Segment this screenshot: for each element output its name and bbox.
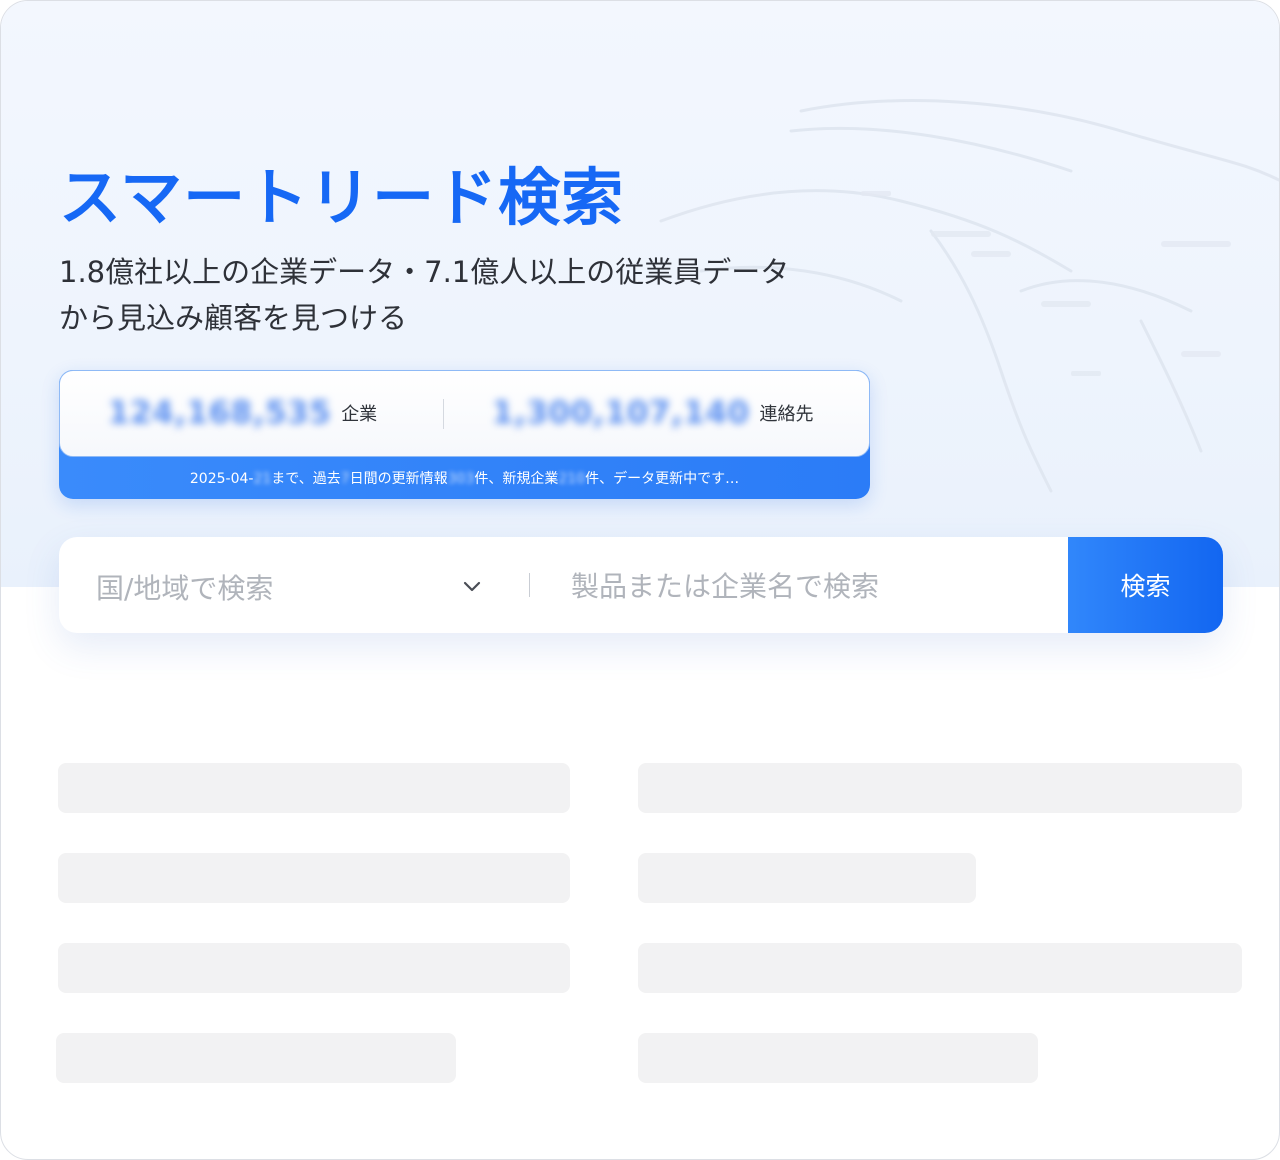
skeleton-placeholder xyxy=(58,943,570,993)
skeleton-placeholder xyxy=(638,763,1242,813)
search-button[interactable]: 検索 xyxy=(1068,537,1223,633)
country-region-select[interactable]: 国/地域で検索 xyxy=(59,537,519,633)
search-divider xyxy=(529,573,530,597)
app-frame: スマートリード検索 1.8億社以上の企業データ・7.1億人以上の従業員データ か… xyxy=(0,0,1280,1160)
note-days: 7 xyxy=(340,471,350,487)
country-select-placeholder: 国/地域で検索 xyxy=(96,572,274,605)
note-updates-count: 303 xyxy=(447,471,475,487)
stats-counters: 124,168,535 企業 1,300,107,140 連絡先 xyxy=(59,370,870,457)
skeleton-placeholder xyxy=(56,1033,456,1083)
contacts-stat: 1,300,107,140 連絡先 xyxy=(492,393,814,433)
note-text: 件、データ更新中です… xyxy=(585,471,740,487)
note-text: 件、新規企業 xyxy=(474,471,559,487)
stats-card: 124,168,535 企業 1,300,107,140 連絡先 2025-04… xyxy=(59,370,870,499)
companies-stat: 124,168,535 企業 xyxy=(108,393,377,433)
product-company-search-input[interactable] xyxy=(569,555,1053,617)
note-text: まで、過去 xyxy=(271,471,341,487)
search-bar: 国/地域で検索 検索 xyxy=(59,537,1223,633)
skeleton-placeholder xyxy=(638,1033,1038,1083)
skeleton-placeholder xyxy=(638,943,1242,993)
note-date-prefix: 2025-04- xyxy=(189,471,254,487)
update-status-text: 2025-04-21まで、過去7日間の更新情報303件、新規企業210件、データ… xyxy=(59,468,870,488)
note-text: 日間の更新情報 xyxy=(349,471,448,487)
contacts-count: 1,300,107,140 xyxy=(492,395,750,431)
stats-divider xyxy=(443,399,444,429)
companies-label: 企業 xyxy=(341,404,378,425)
subtitle-line-1: 1.8億社以上の企業データ・7.1億人以上の従業員データ xyxy=(59,255,790,289)
note-new-companies-count: 210 xyxy=(558,471,586,487)
subtitle-line-2: から見込み顧客を見つける xyxy=(59,301,408,335)
page-title: スマートリード検索 xyxy=(59,161,625,234)
skeleton-placeholder xyxy=(638,853,976,903)
skeleton-placeholder xyxy=(58,853,570,903)
contacts-label: 連絡先 xyxy=(759,404,814,425)
page-subtitle: 1.8億社以上の企業データ・7.1億人以上の従業員データ から見込み顧客を見つけ… xyxy=(59,249,879,341)
note-date-day: 21 xyxy=(253,471,272,487)
chevron-down-icon[interactable] xyxy=(461,575,483,597)
skeleton-placeholder xyxy=(58,763,570,813)
companies-count: 124,168,535 xyxy=(108,395,332,431)
